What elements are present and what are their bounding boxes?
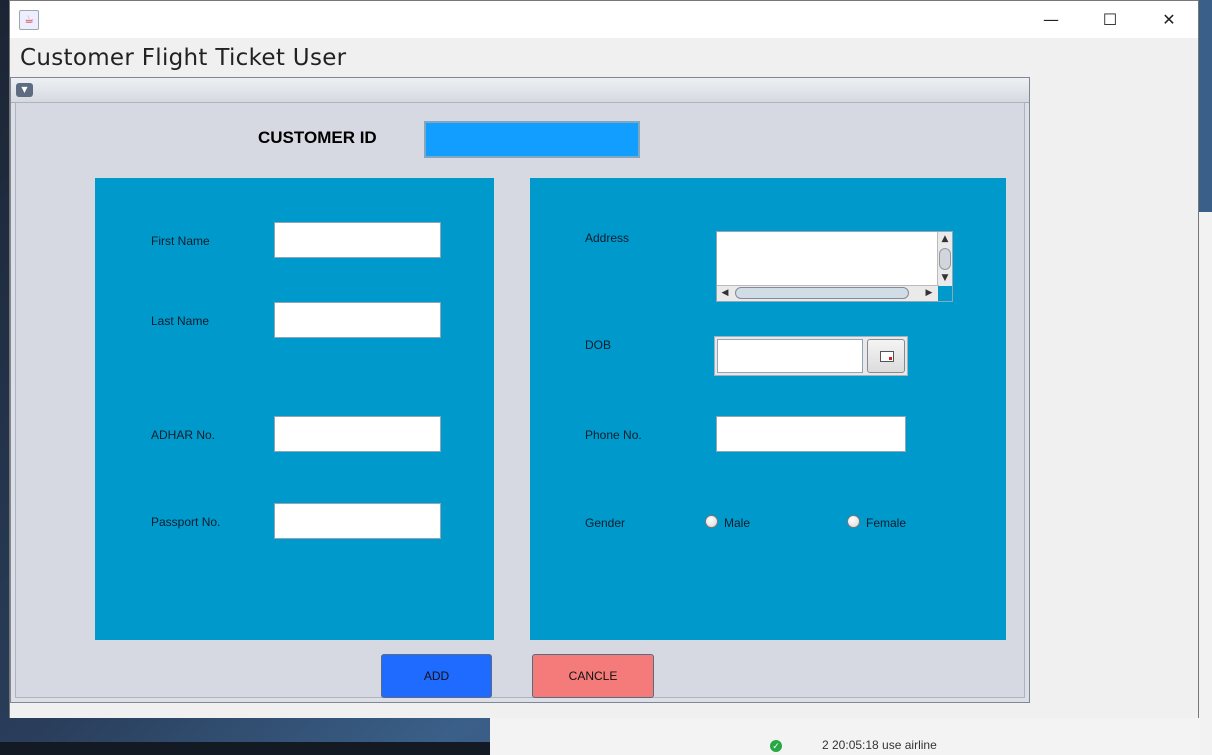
address-textarea[interactable]: ▲ ▼ ◀ ▶ — [716, 231, 953, 302]
scroll-up-icon[interactable]: ▲ — [939, 233, 951, 245]
last-name-label: Last Name — [151, 314, 210, 328]
gender-female-radio[interactable] — [847, 515, 860, 528]
internal-frame-titlebar[interactable]: ▼ — [11, 78, 1029, 103]
gender-male-label[interactable]: Male — [724, 516, 750, 530]
adhar-label: ADHAR No. — [151, 428, 216, 442]
calendar-button[interactable] — [867, 339, 905, 373]
dob-label: DOB — [585, 338, 612, 352]
java-icon: ☕ — [19, 10, 39, 30]
customer-id-label: CUSTOMER ID — [258, 128, 377, 147]
maximize-button[interactable]: ☐ — [1081, 1, 1139, 38]
phone-label: Phone No. — [585, 428, 642, 442]
address-horizontal-scrollbar[interactable]: ◀ ▶ — [717, 285, 939, 301]
customer-id-input[interactable] — [424, 121, 640, 158]
scroll-left-icon[interactable]: ◀ — [719, 287, 731, 299]
scroll-right-icon[interactable]: ▶ — [923, 287, 935, 299]
gender-label: Gender — [585, 516, 626, 530]
taskbar — [0, 742, 490, 755]
passport-label: Passport No. — [151, 515, 221, 529]
close-button[interactable]: ✕ — [1140, 1, 1198, 38]
minimize-button[interactable]: — — [1022, 1, 1080, 38]
calendar-icon — [880, 351, 894, 362]
horizontal-scroll-thumb[interactable] — [735, 287, 909, 299]
last-name-field[interactable] — [274, 302, 441, 338]
scroll-down-icon[interactable]: ▼ — [939, 272, 951, 284]
dob-date-chooser — [714, 336, 908, 376]
title-bar: ☕ — ☐ ✕ — [10, 1, 1198, 38]
gender-male-radio[interactable] — [705, 515, 718, 528]
passport-field[interactable] — [274, 503, 441, 539]
scroll-corner — [938, 286, 952, 301]
cancel-button[interactable]: CANCLE — [532, 654, 654, 698]
adhar-field[interactable] — [274, 416, 441, 452]
address-vertical-scrollbar[interactable]: ▲ ▼ — [937, 232, 952, 286]
add-button[interactable]: ADD — [381, 654, 492, 698]
first-name-label: First Name — [151, 234, 210, 248]
phone-field[interactable] — [716, 416, 906, 452]
check-icon: ✓ — [770, 739, 782, 752]
background-status: ✓ 2 20:05:18 use airline — [770, 738, 937, 752]
background-app-edge — [1199, 212, 1212, 755]
frame-menu-icon[interactable]: ▼ — [16, 83, 33, 97]
app-title: Customer Flight Ticket User — [20, 45, 347, 71]
vertical-scroll-thumb[interactable] — [939, 248, 951, 270]
background-window-edge — [1199, 0, 1212, 212]
dob-field[interactable] — [717, 339, 863, 373]
gender-female-label[interactable]: Female — [866, 516, 906, 530]
first-name-field[interactable] — [274, 222, 441, 258]
address-label: Address — [585, 231, 630, 245]
